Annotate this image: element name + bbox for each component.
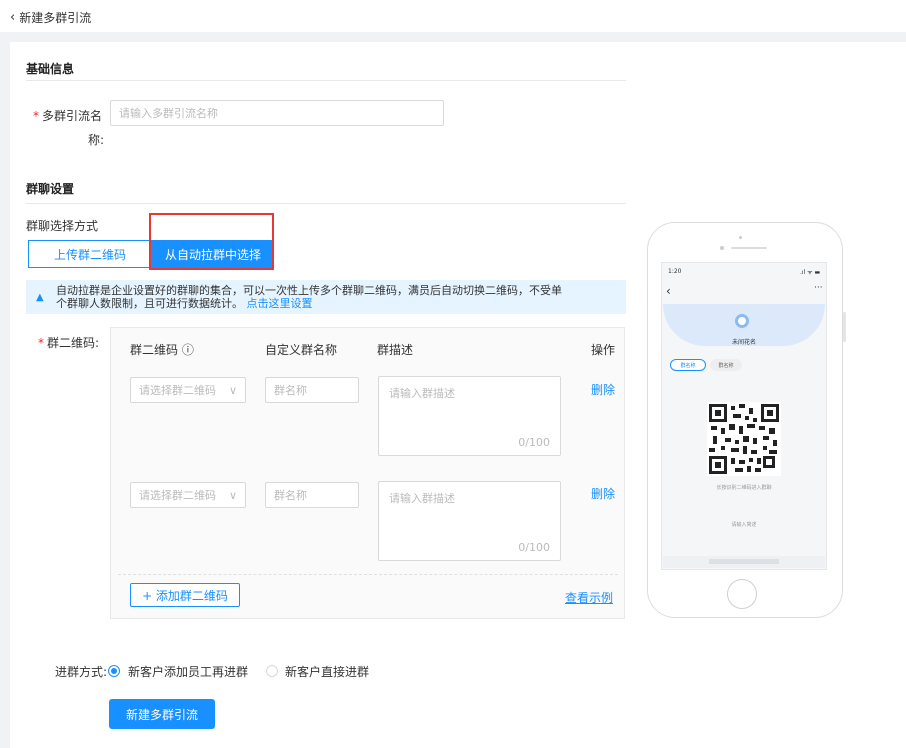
info-icon: ▲ [36, 292, 44, 303]
radio-unselected[interactable] [266, 665, 278, 677]
group-desc-textarea[interactable]: 请输入群描述 0/100 [378, 481, 561, 561]
basic-section-title: 基础信息 [26, 62, 75, 76]
page-title: 新建多群引流 [19, 11, 92, 25]
top-gap [0, 32, 906, 42]
qr-label: * 群二维码: [38, 336, 100, 350]
back-button[interactable]: ‹ 新建多群引流 [10, 9, 91, 26]
chevron-down-icon: ∨ [228, 488, 237, 502]
home-button [727, 579, 757, 609]
preview-tag: 群名称 [670, 359, 706, 371]
col-name: 自定义群名称 [265, 343, 338, 357]
preview-title: 未间花名 [731, 339, 756, 346]
phone-sensor [720, 246, 724, 250]
join-label: 进群方式: [55, 665, 108, 679]
preview-hint: 长按识别二维码进入群聊 [716, 485, 772, 491]
name-input[interactable]: 请输入多群引流名称 [110, 100, 444, 126]
qr-code-icon [707, 402, 781, 476]
view-example-link[interactable]: 查看示例 [565, 589, 613, 606]
phone-camera [739, 236, 742, 239]
status-time: 1:20 [668, 268, 682, 275]
dashed-divider [118, 574, 618, 575]
group-desc-textarea[interactable]: 请输入群描述 0/100 [378, 376, 561, 456]
required-mark: * [38, 336, 44, 350]
qr-select[interactable]: 请选择群二维码 ∨ [130, 482, 246, 508]
col-qr: 群二维码 ⓘ [130, 343, 194, 357]
preview-back-icon: ‹ [666, 284, 671, 298]
preview-tag: 群名称 [710, 359, 742, 371]
char-counter: 0/100 [518, 541, 550, 554]
join-option-2[interactable]: 新客户直接进群 [285, 663, 369, 680]
chevron-left-icon: ‹ [10, 10, 16, 25]
preview-desc: 请输入简述 [731, 522, 757, 528]
delete-link[interactable]: 删除 [591, 381, 615, 398]
required-mark: * [33, 109, 39, 123]
top-bar: ‹ 新建多群引流 [0, 0, 906, 32]
add-qr-button[interactable]: + 添加群二维码 [130, 583, 240, 607]
char-counter: 0/100 [518, 436, 550, 449]
divider [26, 80, 626, 81]
preview-footer [663, 556, 825, 568]
phone-side-button [843, 312, 846, 342]
name-label-cont: 称: [88, 133, 105, 147]
phone-speaker [731, 247, 767, 249]
create-button[interactable]: 新建多群引流 [109, 699, 215, 729]
left-gap [0, 42, 10, 748]
preview-avatar [735, 314, 749, 328]
setup-link[interactable]: 点击这里设置 [247, 297, 313, 310]
chevron-down-icon: ∨ [228, 383, 237, 397]
group-name-input[interactable]: 群名称 [265, 377, 359, 403]
group-name-input[interactable]: 群名称 [265, 482, 359, 508]
divider [26, 203, 626, 204]
method-label: 群聊选择方式 [26, 219, 99, 233]
info-notice: ▲ 自动拉群是企业设置好的群聊的集合，可以一次性上传多个群聊二维码，满员后自动切… [26, 280, 626, 314]
tab-upload-qr[interactable]: 上传群二维码 [28, 240, 152, 268]
highlight-box [149, 213, 274, 270]
more-icon: ··· [814, 283, 823, 293]
delete-link[interactable]: 删除 [591, 485, 615, 502]
radio-selected[interactable] [108, 665, 120, 677]
qr-table [110, 327, 625, 619]
join-option-1[interactable]: 新客户添加员工再进群 [128, 663, 248, 680]
group-section-title: 群聊设置 [26, 182, 75, 196]
notice-line-2: 个群聊人数限制，且可进行数据统计。 点击这里设置 [56, 297, 313, 310]
name-label: * 多群引流名 [33, 109, 103, 123]
status-icons: .ıl ᯤ ▬ [800, 269, 821, 276]
col-action: 操作 [591, 343, 616, 357]
notice-line-1: 自动拉群是企业设置好的群聊的集合，可以一次性上传多个群聊二维码，满员后自动切换二… [56, 284, 562, 297]
qr-select[interactable]: 请选择群二维码 ∨ [130, 377, 246, 403]
col-desc: 群描述 [377, 343, 414, 357]
